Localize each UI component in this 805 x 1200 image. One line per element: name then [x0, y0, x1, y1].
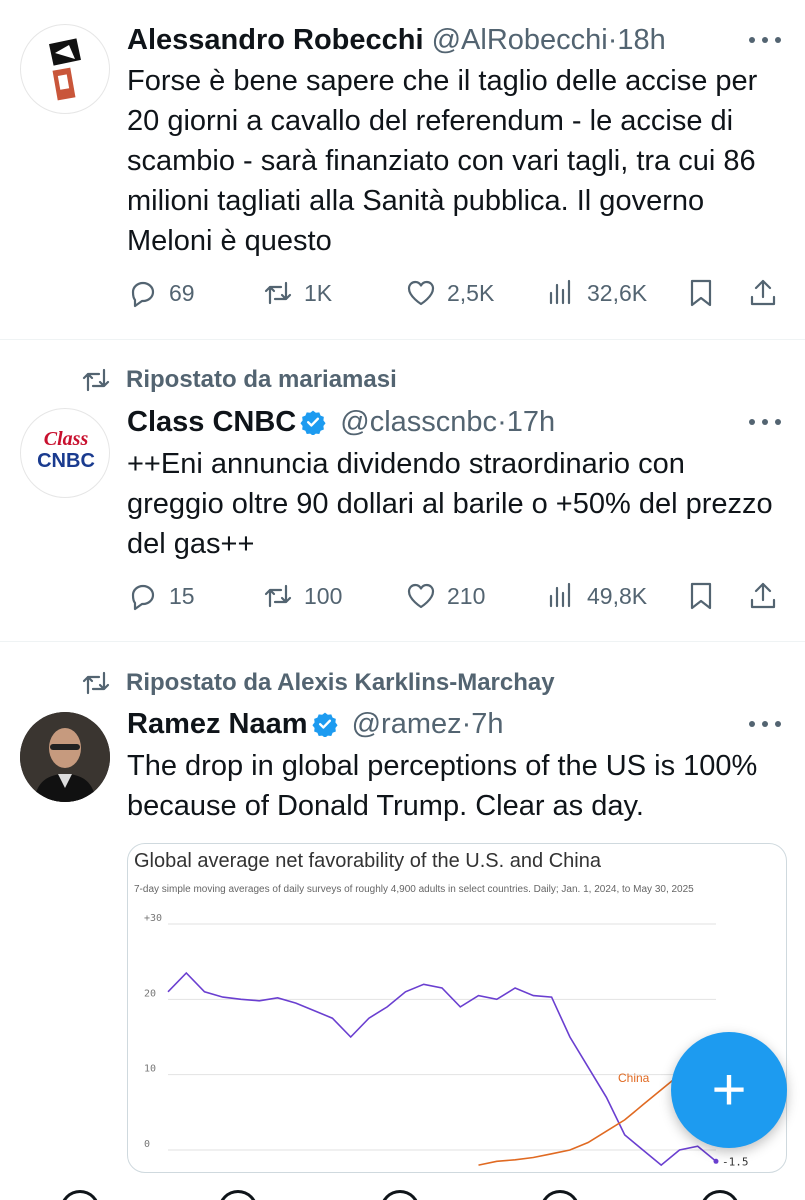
y-tick-label: 10	[144, 1064, 156, 1075]
verified-badge-icon	[300, 410, 326, 435]
views-button[interactable]: 32,6K	[545, 273, 647, 313]
like-button[interactable]: 210	[405, 576, 485, 616]
logo-text-class: Class	[43, 428, 89, 450]
search-icon[interactable]	[218, 1190, 258, 1200]
author-handle[interactable]: @AlRobecchi	[432, 24, 608, 56]
tweet-2[interactable]: Ripostato da mariamasi Class CNBC Class …	[0, 340, 805, 642]
share-icon	[750, 582, 776, 609]
reposted-by[interactable]: Ripostato da Alexis Karklins-Marchay	[126, 667, 555, 699]
repost-icon	[82, 671, 110, 695]
views-button[interactable]: 49,8K	[545, 576, 647, 616]
compose-button[interactable]: +	[671, 1032, 787, 1148]
separator-dot: ·	[497, 406, 507, 438]
reply-button[interactable]: 69	[127, 273, 195, 313]
repost-count: 100	[304, 582, 343, 609]
profile-photo-icon	[20, 712, 110, 802]
repost-count: 1K	[304, 279, 333, 306]
tweet-actions: 69 1K 2,5K 32,6K	[127, 273, 787, 313]
notifications-icon[interactable]	[540, 1190, 580, 1200]
repost-indicator: Ripostato da Alexis Karklins-Marchay	[80, 667, 555, 699]
tweet-header: Alessandro Robecchi @AlRobecchi·18h	[127, 22, 666, 58]
heart-icon	[407, 280, 435, 306]
reply-count: 15	[169, 582, 195, 609]
bookmark-icon	[690, 279, 712, 307]
repost-icon	[264, 281, 292, 305]
classcnbc-logo: Class CNBC	[21, 428, 109, 473]
tweet-time[interactable]: 7h	[471, 708, 503, 740]
bookmark-icon	[690, 582, 712, 610]
reply-button[interactable]: 15	[127, 576, 195, 616]
series-end-label: -1.5	[722, 1155, 749, 1168]
tweet-text: Forse è bene sapere che il taglio delle …	[127, 65, 758, 257]
avatar-classcnbc[interactable]: Class CNBC	[20, 408, 110, 498]
logo-text-cnbc: CNBC	[37, 450, 95, 472]
tweet-header: Ramez Naam @ramez·7h	[127, 706, 504, 742]
tweet-actions: 15 100 210 49,8K	[127, 576, 787, 616]
author-handle[interactable]: @ramez	[352, 708, 462, 740]
more-options-icon[interactable]	[749, 719, 781, 729]
like-button[interactable]: 2,5K	[405, 273, 494, 313]
repost-indicator: Ripostato da mariamasi	[80, 364, 397, 396]
y-tick-label: 0	[144, 1139, 150, 1150]
author-name[interactable]: Alessandro Robecchi	[127, 24, 424, 56]
robecchi-logo-icon	[49, 38, 81, 101]
separator-dot: ·	[461, 708, 472, 740]
reply-count: 69	[169, 279, 195, 306]
series-label-china: China	[618, 1071, 650, 1085]
views-icon	[549, 279, 571, 305]
author-name[interactable]: Ramez Naam	[127, 708, 308, 740]
more-options-icon[interactable]	[749, 35, 781, 45]
share-button[interactable]	[747, 576, 779, 616]
y-tick-label: +30	[144, 913, 162, 924]
author-handle[interactable]: @classcnbc	[340, 406, 497, 438]
y-tick-label: 20	[144, 988, 156, 999]
series-line-china	[478, 1074, 681, 1166]
tweet-header: Class CNBC @classcnbc·17h	[127, 404, 555, 440]
messages-icon[interactable]	[700, 1190, 740, 1200]
heart-icon	[407, 583, 435, 609]
like-count: 2,5K	[447, 279, 495, 306]
tweet-time[interactable]: 18h	[617, 24, 665, 56]
bottom-navigation	[0, 1180, 805, 1200]
repost-icon	[264, 584, 292, 608]
share-icon	[750, 279, 776, 306]
plus-icon: +	[711, 1056, 747, 1123]
verified-badge-icon	[311, 712, 338, 737]
series-end-point	[713, 1158, 719, 1164]
grok-icon[interactable]	[380, 1190, 420, 1200]
tweet-time[interactable]: 17h	[507, 406, 555, 438]
tweet-text: ++Eni annuncia dividendo straordinario c…	[127, 448, 773, 560]
reposted-by[interactable]: Ripostato da mariamasi	[126, 364, 397, 396]
repost-button[interactable]: 100	[262, 576, 342, 616]
more-options-icon[interactable]	[749, 417, 781, 427]
like-count: 210	[447, 582, 486, 609]
author-name[interactable]: Class CNBC	[127, 406, 296, 438]
bookmark-button[interactable]	[685, 576, 717, 616]
views-icon	[549, 582, 571, 608]
repost-button[interactable]: 1K	[262, 273, 332, 313]
repost-icon	[82, 368, 110, 392]
home-icon[interactable]	[60, 1190, 100, 1200]
views-count: 32,6K	[587, 279, 648, 306]
avatar-robecchi[interactable]	[20, 24, 110, 114]
views-count: 49,8K	[587, 582, 648, 609]
reply-icon	[131, 584, 155, 611]
avatar-ramez[interactable]	[20, 712, 110, 802]
separator-dot: ·	[607, 24, 618, 56]
tweet-text: The drop in global perceptions of the US…	[127, 750, 758, 822]
bookmark-button[interactable]	[685, 273, 717, 313]
tweet-1[interactable]: Alessandro Robecchi @AlRobecchi·18h Fors…	[0, 0, 805, 340]
reply-icon	[131, 281, 155, 308]
series-line-us	[167, 971, 717, 1167]
share-button[interactable]	[747, 273, 779, 313]
